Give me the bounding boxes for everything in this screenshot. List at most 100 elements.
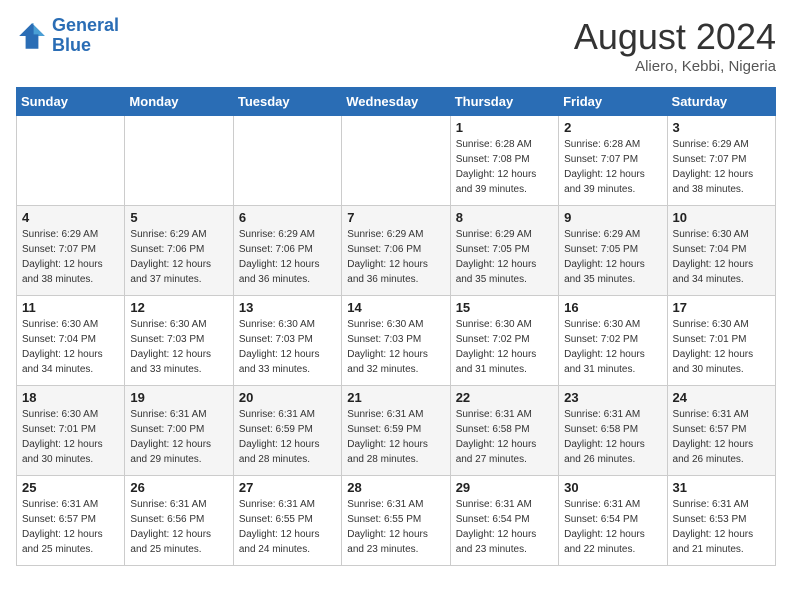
day-number: 30 <box>564 480 661 495</box>
day-number: 28 <box>347 480 444 495</box>
day-number: 22 <box>456 390 553 405</box>
calendar-cell: 17 Sunrise: 6:30 AM Sunset: 7:01 PM Dayli… <box>667 296 775 386</box>
day-number: 12 <box>130 300 227 315</box>
calendar-cell: 7 Sunrise: 6:29 AM Sunset: 7:06 PM Daylig… <box>342 206 450 296</box>
calendar-cell: 6Sunrise: 6:29 AM Sunset: 7:06 PM Daylig… <box>233 206 341 296</box>
calendar-cell: 20 Sunrise: 6:31 AM Sunset: 6:59 PM Dayli… <box>233 386 341 476</box>
day-number: 4 <box>22 210 119 225</box>
day-number: 6 <box>239 210 336 225</box>
calendar-cell: 18 Sunrise: 6:30 AM Sunset: 7:01 PM Dayli… <box>17 386 125 476</box>
week-row-2: 4 Sunrise: 6:29 AM Sunset: 7:07 PM Daylig… <box>17 206 776 296</box>
col-header-tuesday: Tuesday <box>233 88 341 116</box>
calendar-cell: 30Sunrise: 6:31 AM Sunset: 6:54 PM Dayli… <box>559 476 667 566</box>
day-info: Sunrise: 6:31 AM Sunset: 6:56 PM Dayligh… <box>130 497 227 557</box>
col-header-friday: Friday <box>559 88 667 116</box>
header-row: SundayMondayTuesdayWednesdayThursdayFrid… <box>17 88 776 116</box>
day-number: 5 <box>130 210 227 225</box>
calendar-cell: 9 Sunrise: 6:29 AM Sunset: 7:05 PM Daylig… <box>559 206 667 296</box>
day-number: 19 <box>130 390 227 405</box>
calendar-cell <box>125 116 233 206</box>
day-info: Sunrise: 6:30 AM Sunset: 7:04 PM Dayligh… <box>673 227 770 287</box>
day-info: Sunrise: 6:31 AM Sunset: 6:55 PM Dayligh… <box>347 497 444 557</box>
calendar-cell: 19 Sunrise: 6:31 AM Sunset: 7:00 PM Dayli… <box>125 386 233 476</box>
calendar-cell: 11 Sunrise: 6:30 AM Sunset: 7:04 PM Dayli… <box>17 296 125 386</box>
day-info: Sunrise: 6:30 AM Sunset: 7:02 PM Dayligh… <box>456 317 553 377</box>
day-number: 27 <box>239 480 336 495</box>
day-number: 24 <box>673 390 770 405</box>
day-info: Sunrise: 6:30 AM Sunset: 7:01 PM Dayligh… <box>22 407 119 467</box>
logo-line1: General <box>52 15 119 35</box>
calendar-cell: 16 Sunrise: 6:30 AM Sunset: 7:02 PM Dayli… <box>559 296 667 386</box>
day-info: Sunrise: 6:29 AM Sunset: 7:05 PM Dayligh… <box>456 227 553 287</box>
day-info: Sunrise: 6:31 AM Sunset: 6:57 PM Dayligh… <box>22 497 119 557</box>
calendar-cell: 31Sunrise: 6:31 AM Sunset: 6:53 PM Dayli… <box>667 476 775 566</box>
day-info: Sunrise: 6:28 AM Sunset: 7:07 PM Dayligh… <box>564 137 661 197</box>
calendar-cell: 27 Sunrise: 6:31 AM Sunset: 6:55 PM Dayli… <box>233 476 341 566</box>
day-info: Sunrise: 6:31 AM Sunset: 6:55 PM Dayligh… <box>239 497 336 557</box>
calendar-cell <box>17 116 125 206</box>
day-number: 25 <box>22 480 119 495</box>
col-header-wednesday: Wednesday <box>342 88 450 116</box>
day-info: Sunrise: 6:30 AM Sunset: 7:03 PM Dayligh… <box>347 317 444 377</box>
day-number: 20 <box>239 390 336 405</box>
day-info: Sunrise: 6:30 AM Sunset: 7:04 PM Dayligh… <box>22 317 119 377</box>
calendar-cell: 4 Sunrise: 6:29 AM Sunset: 7:07 PM Daylig… <box>17 206 125 296</box>
calendar-cell: 28 Sunrise: 6:31 AM Sunset: 6:55 PM Dayli… <box>342 476 450 566</box>
day-info: Sunrise: 6:28 AM Sunset: 7:08 PM Dayligh… <box>456 137 553 197</box>
col-header-saturday: Saturday <box>667 88 775 116</box>
day-info: Sunrise: 6:29 AM Sunset: 7:05 PM Dayligh… <box>564 227 661 287</box>
day-number: 11 <box>22 300 119 315</box>
day-info: Sunrise: 6:31 AM Sunset: 7:00 PM Dayligh… <box>130 407 227 467</box>
week-row-1: 1 Sunrise: 6:28 AM Sunset: 7:08 PM Daylig… <box>17 116 776 206</box>
col-header-sunday: Sunday <box>17 88 125 116</box>
day-info: Sunrise: 6:31 AM Sunset: 6:59 PM Dayligh… <box>347 407 444 467</box>
logo: General Blue <box>16 16 119 56</box>
day-number: 29 <box>456 480 553 495</box>
day-info: Sunrise: 6:29 AM Sunset: 7:07 PM Dayligh… <box>22 227 119 287</box>
calendar-cell <box>233 116 341 206</box>
day-info: Sunrise: 6:31 AM Sunset: 6:54 PM Dayligh… <box>456 497 553 557</box>
day-number: 3 <box>673 120 770 135</box>
day-info: Sunrise: 6:31 AM Sunset: 6:58 PM Dayligh… <box>564 407 661 467</box>
day-number: 31 <box>673 480 770 495</box>
day-number: 16 <box>564 300 661 315</box>
col-header-thursday: Thursday <box>450 88 558 116</box>
calendar-cell: 1 Sunrise: 6:28 AM Sunset: 7:08 PM Daylig… <box>450 116 558 206</box>
calendar-cell: 23Sunrise: 6:31 AM Sunset: 6:58 PM Dayli… <box>559 386 667 476</box>
day-info: Sunrise: 6:29 AM Sunset: 7:06 PM Dayligh… <box>347 227 444 287</box>
calendar-cell: 22Sunrise: 6:31 AM Sunset: 6:58 PM Dayli… <box>450 386 558 476</box>
calendar-cell: 15 Sunrise: 6:30 AM Sunset: 7:02 PM Dayli… <box>450 296 558 386</box>
calendar-cell: 26Sunrise: 6:31 AM Sunset: 6:56 PM Dayli… <box>125 476 233 566</box>
calendar-cell <box>342 116 450 206</box>
day-number: 13 <box>239 300 336 315</box>
day-info: Sunrise: 6:29 AM Sunset: 7:07 PM Dayligh… <box>673 137 770 197</box>
week-row-5: 25 Sunrise: 6:31 AM Sunset: 6:57 PM Dayli… <box>17 476 776 566</box>
logo-icon <box>16 20 48 52</box>
calendar-cell: 8 Sunrise: 6:29 AM Sunset: 7:05 PM Daylig… <box>450 206 558 296</box>
day-info: Sunrise: 6:30 AM Sunset: 7:02 PM Dayligh… <box>564 317 661 377</box>
day-number: 9 <box>564 210 661 225</box>
day-number: 10 <box>673 210 770 225</box>
calendar-cell: 5 Sunrise: 6:29 AM Sunset: 7:06 PM Daylig… <box>125 206 233 296</box>
day-info: Sunrise: 6:31 AM Sunset: 6:57 PM Dayligh… <box>673 407 770 467</box>
day-number: 14 <box>347 300 444 315</box>
day-number: 7 <box>347 210 444 225</box>
day-info: Sunrise: 6:31 AM Sunset: 6:59 PM Dayligh… <box>239 407 336 467</box>
calendar-cell: 12Sunrise: 6:30 AM Sunset: 7:03 PM Dayli… <box>125 296 233 386</box>
day-number: 1 <box>456 120 553 135</box>
day-info: Sunrise: 6:30 AM Sunset: 7:03 PM Dayligh… <box>239 317 336 377</box>
month-title: August 2024 <box>574 16 776 58</box>
day-number: 17 <box>673 300 770 315</box>
day-number: 8 <box>456 210 553 225</box>
calendar-cell: 25 Sunrise: 6:31 AM Sunset: 6:57 PM Dayli… <box>17 476 125 566</box>
day-number: 15 <box>456 300 553 315</box>
week-row-4: 18 Sunrise: 6:30 AM Sunset: 7:01 PM Dayli… <box>17 386 776 476</box>
day-number: 21 <box>347 390 444 405</box>
page-header: General Blue August 2024 Aliero, Kebbi, … <box>16 16 776 75</box>
calendar-cell: 2Sunrise: 6:28 AM Sunset: 7:07 PM Daylig… <box>559 116 667 206</box>
day-info: Sunrise: 6:30 AM Sunset: 7:01 PM Dayligh… <box>673 317 770 377</box>
day-number: 18 <box>22 390 119 405</box>
logo-text: General Blue <box>52 16 119 56</box>
calendar-cell: 10 Sunrise: 6:30 AM Sunset: 7:04 PM Dayli… <box>667 206 775 296</box>
day-info: Sunrise: 6:29 AM Sunset: 7:06 PM Dayligh… <box>130 227 227 287</box>
